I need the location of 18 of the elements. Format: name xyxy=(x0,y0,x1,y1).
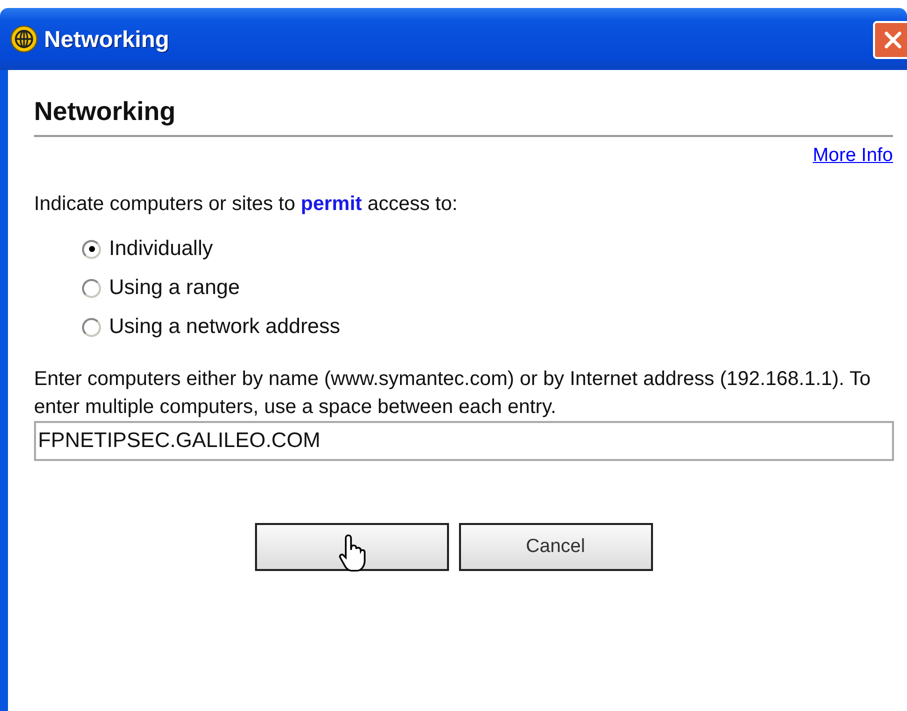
window-title: Networking xyxy=(44,26,170,52)
close-icon xyxy=(882,29,904,51)
section-heading: Networking xyxy=(34,96,177,127)
ok-button[interactable] xyxy=(254,523,448,571)
globe-icon xyxy=(10,25,38,53)
radio-button[interactable] xyxy=(82,278,101,298)
instructions-text: Enter computers either by name (www.symantec.com) or by Internet address (192.168.1.1). To enter multiple computers, use a space between each entry. xyxy=(34,367,872,420)
option-label[interactable]: Individually xyxy=(109,237,213,261)
close-button[interactable] xyxy=(873,21,907,59)
hand-cursor-icon xyxy=(336,533,368,573)
radio-button[interactable] xyxy=(82,240,101,258)
option-label[interactable]: Using a network address xyxy=(109,315,340,339)
more-info-link[interactable]: More Info xyxy=(812,145,893,167)
radio-button[interactable] xyxy=(82,318,101,336)
prompt-text: Indicate computers or sites to permit access to: xyxy=(34,193,459,216)
computers-input-field[interactable]: FPNETIPSEC.GALILEO.COM xyxy=(34,421,894,461)
option-label[interactable]: Using a range xyxy=(109,276,240,300)
cancel-button[interactable]: Cancel xyxy=(458,523,652,571)
